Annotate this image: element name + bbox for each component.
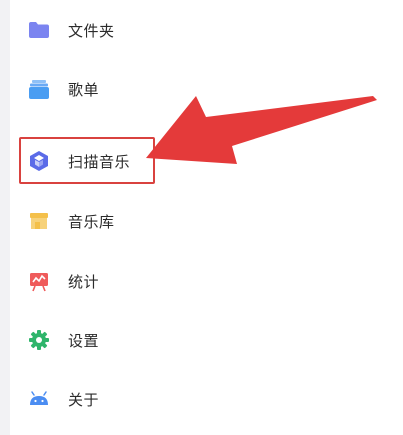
menu-item-label: 关于 <box>68 390 100 409</box>
android-icon <box>28 388 50 410</box>
menu-item-statistics[interactable]: 统计 <box>28 263 328 299</box>
menu-item-about[interactable]: 关于 <box>28 381 328 417</box>
menu-item-label: 统计 <box>68 272 100 291</box>
menu-item-folders[interactable]: 文件夹 <box>28 12 328 48</box>
folder-icon <box>28 19 50 41</box>
menu-item-playlists[interactable]: 歌单 <box>28 71 328 107</box>
menu-item-label: 歌单 <box>68 80 100 99</box>
settings-icon <box>28 329 50 351</box>
menu-item-label: 设置 <box>68 331 100 350</box>
menu-item-label: 文件夹 <box>68 21 115 40</box>
playlist-icon <box>28 78 50 100</box>
navigation-drawer: 文件夹 歌单 扫描音乐 音乐库 统计 设置 关于 <box>0 0 403 435</box>
library-icon <box>28 210 50 232</box>
drawer-edge <box>0 0 10 435</box>
menu-item-settings[interactable]: 设置 <box>28 322 328 358</box>
highlight-box <box>19 137 155 184</box>
menu-item-label: 音乐库 <box>68 212 115 231</box>
statistics-icon <box>28 270 50 292</box>
menu-item-music-library[interactable]: 音乐库 <box>28 203 328 239</box>
